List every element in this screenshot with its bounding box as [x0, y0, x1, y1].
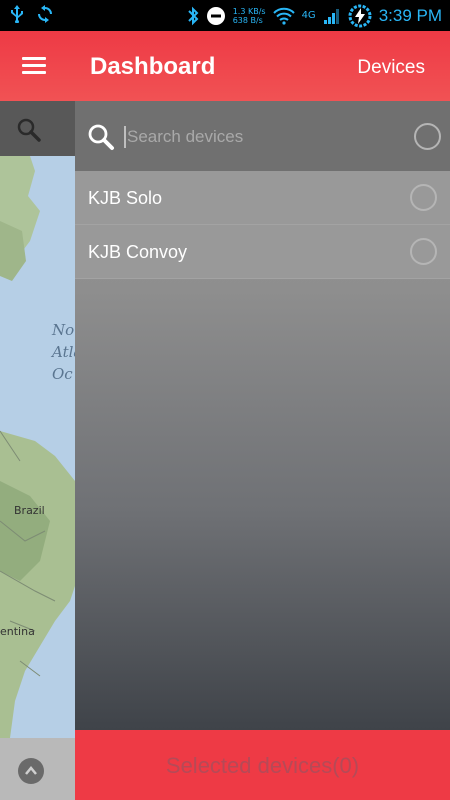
status-bar: 1.3 KB/s 638 B/s 4G 3:39 PM — [0, 0, 450, 31]
device-row-kjb-convoy[interactable]: KJB Convoy — [75, 225, 450, 279]
chevron-up-icon[interactable] — [18, 758, 44, 784]
bluetooth-icon — [187, 6, 199, 26]
device-search-bar — [75, 101, 450, 171]
do-not-disturb-icon — [206, 6, 226, 26]
page-title: Dashboard — [90, 53, 216, 80]
device-name: KJB Convoy — [88, 242, 188, 262]
map-country-label: Brazil — [14, 504, 45, 517]
menu-icon[interactable] — [22, 57, 48, 77]
signal-icon — [323, 7, 341, 25]
select-all-radio[interactable] — [414, 123, 441, 150]
search-icon — [88, 124, 114, 150]
devices-button[interactable]: Devices — [357, 57, 425, 79]
map-landmass — [0, 101, 80, 800]
device-row-kjb-solo[interactable]: KJB Solo — [75, 171, 450, 225]
device-radio[interactable] — [410, 238, 437, 265]
map-search-button[interactable] — [0, 101, 80, 156]
usb-icon — [10, 5, 24, 23]
map-country-label: entina — [0, 625, 35, 638]
sync-icon — [36, 5, 54, 23]
map-controls — [0, 738, 80, 800]
net-up-speed: 1.3 KB/s — [232, 6, 266, 16]
device-radio[interactable] — [410, 184, 437, 211]
clock: 3:39 PM — [378, 5, 442, 25]
device-list: KJB Solo KJB Convoy — [75, 171, 450, 279]
net-down-speed: 638 B/s — [232, 15, 263, 25]
selected-devices-label: Selected devices(0) — [165, 753, 360, 778]
device-name: KJB Solo — [88, 188, 163, 208]
wifi-icon — [272, 7, 295, 25]
network-type: 4G — [301, 10, 316, 21]
app-bar: Dashboard Devices — [0, 31, 450, 101]
device-search-input[interactable] — [127, 123, 397, 151]
selected-devices-button[interactable]: Selected devices(0) — [75, 730, 450, 800]
devices-drawer: KJB Solo KJB Convoy — [75, 101, 450, 730]
battery-charging-icon — [348, 4, 372, 28]
text-cursor — [124, 126, 126, 148]
map-search-icon — [17, 118, 41, 142]
network-speed: 1.3 KB/s 638 B/s — [233, 7, 266, 25]
